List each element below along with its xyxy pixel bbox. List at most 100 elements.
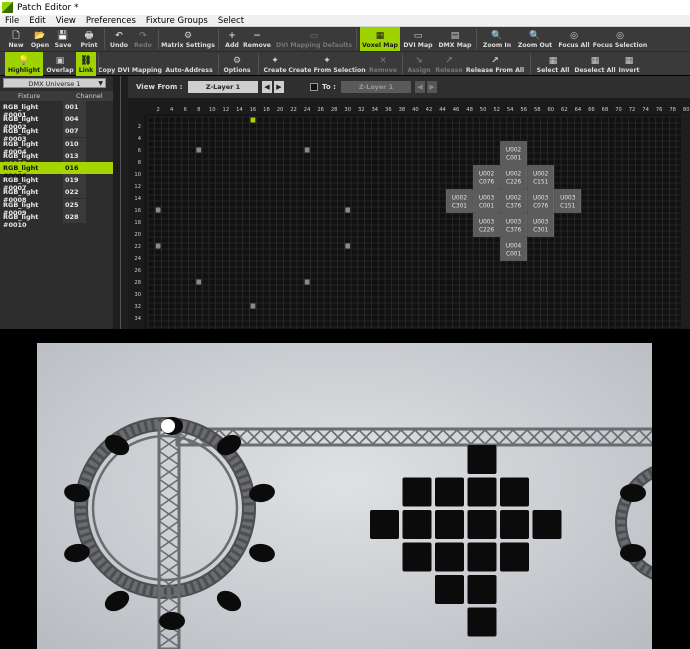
zoom-in-button[interactable]: 🔍 Zoom In (480, 27, 514, 51)
led-panel[interactable] (435, 542, 464, 572)
column-label: 16 (250, 107, 257, 113)
fixture-row[interactable]: RGB_light #0006 016 (0, 162, 113, 180)
led-panel[interactable] (402, 510, 432, 539)
stage-preview-canvas[interactable] (37, 343, 652, 649)
fixture-row[interactable]: RGB_light #0004 010 (0, 137, 113, 156)
deselect-all-button[interactable]: ▦ Deselect All (574, 52, 616, 76)
selected-fixture-marker[interactable] (250, 117, 256, 123)
focus-selection-button[interactable]: ◎ Focus Selection (593, 27, 648, 51)
fixture-row[interactable]: RGB_light #0008 022 (0, 186, 113, 204)
universe-select[interactable]: DMX Universe 1 ▼ (3, 78, 106, 88)
fixture-marker[interactable] (345, 207, 351, 213)
save-button[interactable]: 💾 Save (52, 27, 74, 51)
menu-preferences[interactable]: Preferences (81, 16, 141, 26)
fixture-marker[interactable] (196, 279, 202, 285)
row-label: 26 (134, 268, 141, 274)
create-from-selection-button[interactable]: ✦ Create From Selection (288, 52, 365, 76)
panel-splitter[interactable] (113, 76, 128, 329)
fixture-row[interactable]: RGB_light #0003 007 (0, 125, 113, 143)
link-layers-checkbox[interactable] (310, 83, 318, 91)
led-panel[interactable] (435, 575, 464, 604)
led-panel[interactable] (402, 542, 432, 572)
highlighted-fixture[interactable] (161, 419, 175, 433)
grid-scrollbar[interactable] (681, 114, 690, 329)
view-from-prev-button[interactable]: ◀ (262, 81, 272, 93)
menu-view[interactable]: View (51, 16, 81, 26)
overlap-button[interactable]: ▣ Overlap (46, 52, 74, 76)
voxel-grid-canvas[interactable]: 2 4 6 8 10 12 14 16 18 20 22 24 26 28 30 32 34 36 38 40 42 44… (128, 98, 690, 329)
led-panel[interactable] (370, 510, 399, 539)
led-panel[interactable] (467, 510, 497, 539)
dvi-map-button[interactable]: ▭ DVI Map (402, 27, 434, 51)
fixture-marker[interactable] (345, 243, 351, 249)
zoom-out-button[interactable]: 🔍 Zoom Out (517, 27, 553, 51)
redo-button[interactable]: ↷ Redo (132, 27, 154, 51)
undo-button[interactable]: ↶ Undo (108, 27, 130, 51)
fixture-marker[interactable] (250, 303, 256, 309)
led-panel[interactable] (402, 477, 432, 507)
fixture-row[interactable]: RGB_light #0009 025 (0, 198, 113, 217)
led-panel[interactable] (435, 510, 464, 539)
voxel-map-grid[interactable]: 2 4 6 8 10 12 14 16 18 20 22 24 26 28 30 32 34 36 38 40 42 44… (128, 98, 690, 329)
fixture-marker[interactable] (155, 207, 161, 213)
view-from-next-button[interactable]: ▶ (274, 81, 284, 93)
fixture-marker[interactable] (196, 147, 202, 153)
led-panel[interactable] (500, 477, 529, 507)
fixture-column-header[interactable]: Fixture (18, 92, 40, 100)
rgb-light-fixture[interactable] (620, 544, 646, 562)
create-button[interactable]: ✦ Create (262, 52, 288, 76)
led-panel[interactable] (467, 445, 497, 474)
view-from-select[interactable]: Z-Layer 1 (188, 81, 258, 93)
release-from-all-button[interactable]: ↗ Release From All (466, 52, 524, 76)
dvi-mapping-defaults-button[interactable]: ▭ DVI Mapping Defaults (276, 27, 352, 51)
menu-edit[interactable]: Edit (24, 16, 50, 26)
fixture-row[interactable]: RGB_light #0002 004 (0, 113, 113, 131)
remove-button[interactable]: − Remove (243, 27, 271, 51)
highlight-button[interactable]: 💡 Highlight (5, 52, 43, 76)
fixture-row[interactable]: RGB_light #0001 001 (0, 101, 113, 119)
copy-dvi-mapping-button[interactable]: Copy DVI Mapping (98, 52, 162, 76)
led-panel[interactable] (467, 477, 497, 507)
channel-column-header[interactable]: Channel (76, 92, 103, 100)
add-button[interactable]: + Add (222, 27, 242, 51)
view-to-select[interactable]: Z-Layer 1 (341, 81, 411, 93)
fixture-marker[interactable] (304, 147, 310, 153)
matrix-settings-button[interactable]: ⚙ Matrix Settings (161, 27, 215, 51)
fixture-row[interactable]: RGB_light #0007 019 (0, 174, 113, 192)
fixture-row[interactable]: RGB_light #0005013 (0, 149, 113, 168)
remove2-button[interactable]: ✕ Remove (368, 52, 398, 76)
assign-button[interactable]: ↘ Assign (406, 52, 432, 76)
rgb-light-fixture[interactable] (213, 587, 245, 616)
focus-all-button[interactable]: ◎ Focus All (557, 27, 591, 51)
release-button[interactable]: ↗ Release (434, 52, 464, 76)
rgb-light-fixture[interactable] (248, 542, 277, 564)
rgb-light-fixture[interactable] (159, 612, 185, 630)
led-panel[interactable] (500, 510, 529, 539)
fixture-marker[interactable] (304, 279, 310, 285)
view-to-prev-button[interactable]: ◀ (415, 81, 425, 93)
led-panel[interactable] (467, 542, 497, 572)
options-button[interactable]: ⚙ Options (222, 52, 252, 76)
led-panel[interactable] (500, 542, 529, 572)
led-panel[interactable] (435, 477, 464, 507)
menu-file[interactable]: File (0, 16, 24, 26)
open-button[interactable]: 📂 Open (28, 27, 52, 51)
rgb-light-fixture[interactable] (620, 484, 646, 502)
menu-select[interactable]: Select (213, 16, 249, 26)
voxel-map-button[interactable]: ▦ Voxel Map (360, 27, 400, 51)
fixture-marker[interactable] (155, 243, 161, 249)
link-button[interactable]: ⛓ Link (76, 52, 96, 76)
invert-button[interactable]: ▦ Invert (617, 52, 641, 76)
led-panel[interactable] (467, 607, 497, 637)
view-to-next-button[interactable]: ▶ (427, 81, 437, 93)
print-button[interactable]: 🖶 Print (78, 27, 100, 51)
stage-3d-preview[interactable] (37, 343, 652, 649)
led-panel[interactable] (532, 510, 562, 539)
dmx-map-button[interactable]: ▤ DMX Map (438, 27, 472, 51)
menu-fixture-groups[interactable]: Fixture Groups (141, 16, 213, 26)
select-all-button[interactable]: ▦ Select All (535, 52, 571, 76)
auto-address-button[interactable]: Auto-Address (165, 52, 212, 76)
new-button[interactable]: 🗋 New (2, 27, 30, 51)
fixture-row[interactable]: RGB_light #0010 028 (0, 210, 113, 229)
led-panel[interactable] (467, 575, 497, 604)
